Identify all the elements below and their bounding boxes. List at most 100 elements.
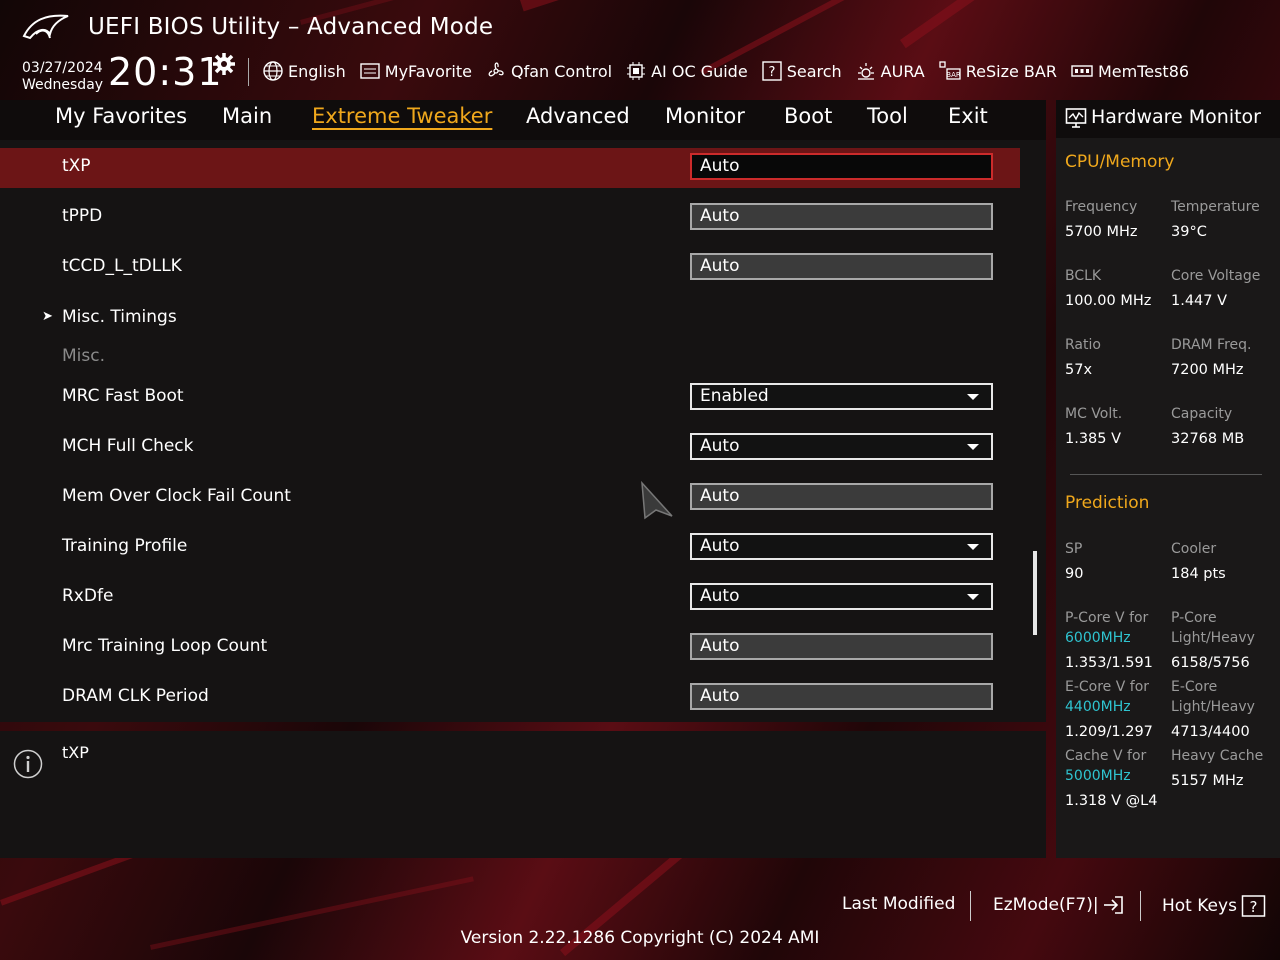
mc-volt-value: 1.385 V	[1065, 431, 1122, 447]
mrc-fast-boot-select[interactable]: Enabled	[690, 383, 993, 410]
ezmode-button[interactable]: EzMode(F7)|	[993, 894, 1125, 916]
pcore-lh-value: 6158/5756	[1171, 655, 1250, 671]
tccd-input[interactable]: Auto	[690, 253, 993, 280]
rxdfe-select[interactable]: Auto	[690, 583, 993, 610]
mem-oc-fail-input[interactable]: Auto	[690, 483, 993, 510]
prediction-section-title: Prediction	[1065, 493, 1150, 513]
cache-v-value: 1.318 V @L4	[1065, 793, 1158, 809]
ecore-lh-label: E-Core	[1171, 679, 1218, 695]
sp-label: SP	[1065, 541, 1083, 557]
help-box-icon: ?	[1241, 895, 1266, 917]
mch-full-check-select[interactable]: Auto	[690, 433, 993, 460]
setting-row-training-profile[interactable]: Training Profile Auto	[0, 528, 1020, 568]
bclk-label: BCLK	[1065, 268, 1102, 284]
cache-v-freq: 5000MHz	[1065, 768, 1131, 784]
language-button[interactable]: English	[262, 60, 346, 82]
resizebar-button[interactable]: BAR ReSize BAR	[938, 60, 1057, 82]
tab-monitor[interactable]: Monitor	[665, 104, 745, 128]
caret-down-icon	[967, 544, 979, 550]
ecore-v-freq: 4400MHz	[1065, 699, 1131, 715]
setting-row-rxdfe[interactable]: RxDfe Auto	[0, 578, 1020, 618]
svg-text:?: ?	[1249, 898, 1257, 916]
ecore-lh-value: 4713/4400	[1171, 724, 1250, 740]
setting-row-mch-full-check[interactable]: MCH Full Check Auto	[0, 428, 1020, 468]
search-button[interactable]: ? Search	[761, 60, 842, 82]
settings-panel: tXP Auto tPPD Auto tCCD_L_tDLLK Auto ➤ M…	[0, 140, 1046, 722]
chevron-right-icon: ➤	[42, 309, 53, 324]
temperature-label: Temperature	[1171, 199, 1260, 215]
memtest-label: MemTest86	[1097, 61, 1190, 81]
scrollbar-thumb[interactable]	[1033, 551, 1037, 635]
app-title: UEFI BIOS Utility – Advanced Mode	[88, 14, 494, 40]
setting-label: tCCD_L_tDLLK	[62, 256, 182, 276]
submenu-misc-timings[interactable]: ➤ Misc. Timings	[0, 299, 1020, 339]
tppd-input[interactable]: Auto	[690, 203, 993, 230]
setting-row-mrc-loop[interactable]: Mrc Training Loop Count Auto	[0, 628, 1020, 668]
tab-extreme-tweaker[interactable]: Extreme Tweaker	[312, 104, 492, 128]
toolbar: English MyFavorite Qfan Control AI OC Gu…	[262, 58, 1202, 84]
help-box-icon: ?	[761, 61, 782, 81]
myfavorite-button[interactable]: MyFavorite	[359, 61, 472, 81]
setting-row-txp[interactable]: tXP Auto	[0, 148, 1020, 188]
header-divider	[248, 58, 249, 86]
memtest-button[interactable]: MemTest86	[1070, 61, 1189, 81]
setting-row-dram-clk[interactable]: DRAM CLK Period Auto	[0, 678, 1020, 718]
info-icon	[13, 749, 43, 779]
setting-row-tccd[interactable]: tCCD_L_tDLLK Auto	[0, 248, 1020, 288]
chip-icon	[627, 62, 646, 80]
dram-clk-input[interactable]: Auto	[690, 683, 993, 710]
mrc-loop-input[interactable]: Auto	[690, 633, 993, 660]
resizebar-icon: BAR	[939, 61, 961, 80]
ezmode-label: EzMode(F7)|	[993, 895, 1099, 915]
select-value: Auto	[700, 436, 740, 456]
setting-label: MRC Fast Boot	[62, 386, 184, 406]
setting-row-tppd[interactable]: tPPD Auto	[0, 198, 1020, 238]
pcore-lh-label: P-Core	[1171, 610, 1217, 626]
footer-divider	[970, 891, 971, 921]
date-text: 03/27/2024	[22, 60, 103, 76]
caret-down-icon	[967, 444, 979, 450]
setting-row-mem-oc-fail[interactable]: Mem Over Clock Fail Count Auto	[0, 478, 1020, 518]
frequency-label: Frequency	[1065, 199, 1138, 215]
qfan-button[interactable]: Qfan Control	[485, 60, 612, 82]
last-modified-button[interactable]: Last Modified	[842, 894, 955, 914]
gear-icon[interactable]	[212, 52, 236, 76]
tab-main[interactable]: Main	[222, 104, 272, 128]
pcore-v-freq: 6000MHz	[1065, 630, 1131, 646]
hotkeys-button[interactable]: Hot Keys ?	[1162, 894, 1267, 918]
fan-icon	[488, 62, 504, 77]
section-header-misc: Misc.	[0, 338, 1020, 378]
frequency-value: 5700 MHz	[1065, 224, 1138, 240]
txp-input[interactable]: Auto	[690, 153, 993, 180]
temperature-value: 39°C	[1171, 224, 1207, 240]
training-profile-select[interactable]: Auto	[690, 533, 993, 560]
hardware-monitor-title: Hardware Monitor	[1091, 106, 1261, 128]
aura-icon	[857, 63, 874, 80]
dram-freq-label: DRAM Freq.	[1171, 337, 1252, 353]
submenu-label: Misc. Timings	[62, 307, 177, 327]
tab-boot[interactable]: Boot	[784, 104, 832, 128]
setting-label: Mem Over Clock Fail Count	[62, 486, 291, 506]
help-panel: tXP	[0, 731, 1046, 858]
setting-row-mrc-fast-boot[interactable]: MRC Fast Boot Enabled	[0, 378, 1020, 418]
select-value: Auto	[700, 586, 740, 606]
tab-advanced[interactable]: Advanced	[526, 104, 630, 128]
pcore-v-value: 1.353/1.591	[1065, 655, 1153, 671]
aura-button[interactable]: AURA	[855, 60, 925, 82]
core-voltage-label: Core Voltage	[1171, 268, 1261, 284]
cache-v-label: Cache V for	[1065, 748, 1147, 764]
search-label: Search	[786, 61, 842, 81]
select-value: Enabled	[700, 386, 769, 406]
tab-my-favorites[interactable]: My Favorites	[55, 104, 187, 128]
pcore-v-label: P-Core V for	[1065, 610, 1149, 626]
heavy-cache-value: 5157 MHz	[1171, 773, 1244, 789]
mc-volt-label: MC Volt.	[1065, 406, 1123, 422]
ecore-lh-label-2: Light/Heavy	[1171, 699, 1255, 715]
setting-label: DRAM CLK Period	[62, 686, 209, 706]
tab-exit[interactable]: Exit	[948, 104, 988, 128]
monitor-icon	[1065, 108, 1087, 128]
tab-tool[interactable]: Tool	[867, 104, 908, 128]
version-text: Version 2.22.1286 Copyright (C) 2024 AMI	[460, 928, 820, 948]
aioc-button[interactable]: AI OC Guide	[625, 60, 748, 82]
ecore-v-label: E-Core V for	[1065, 679, 1150, 695]
